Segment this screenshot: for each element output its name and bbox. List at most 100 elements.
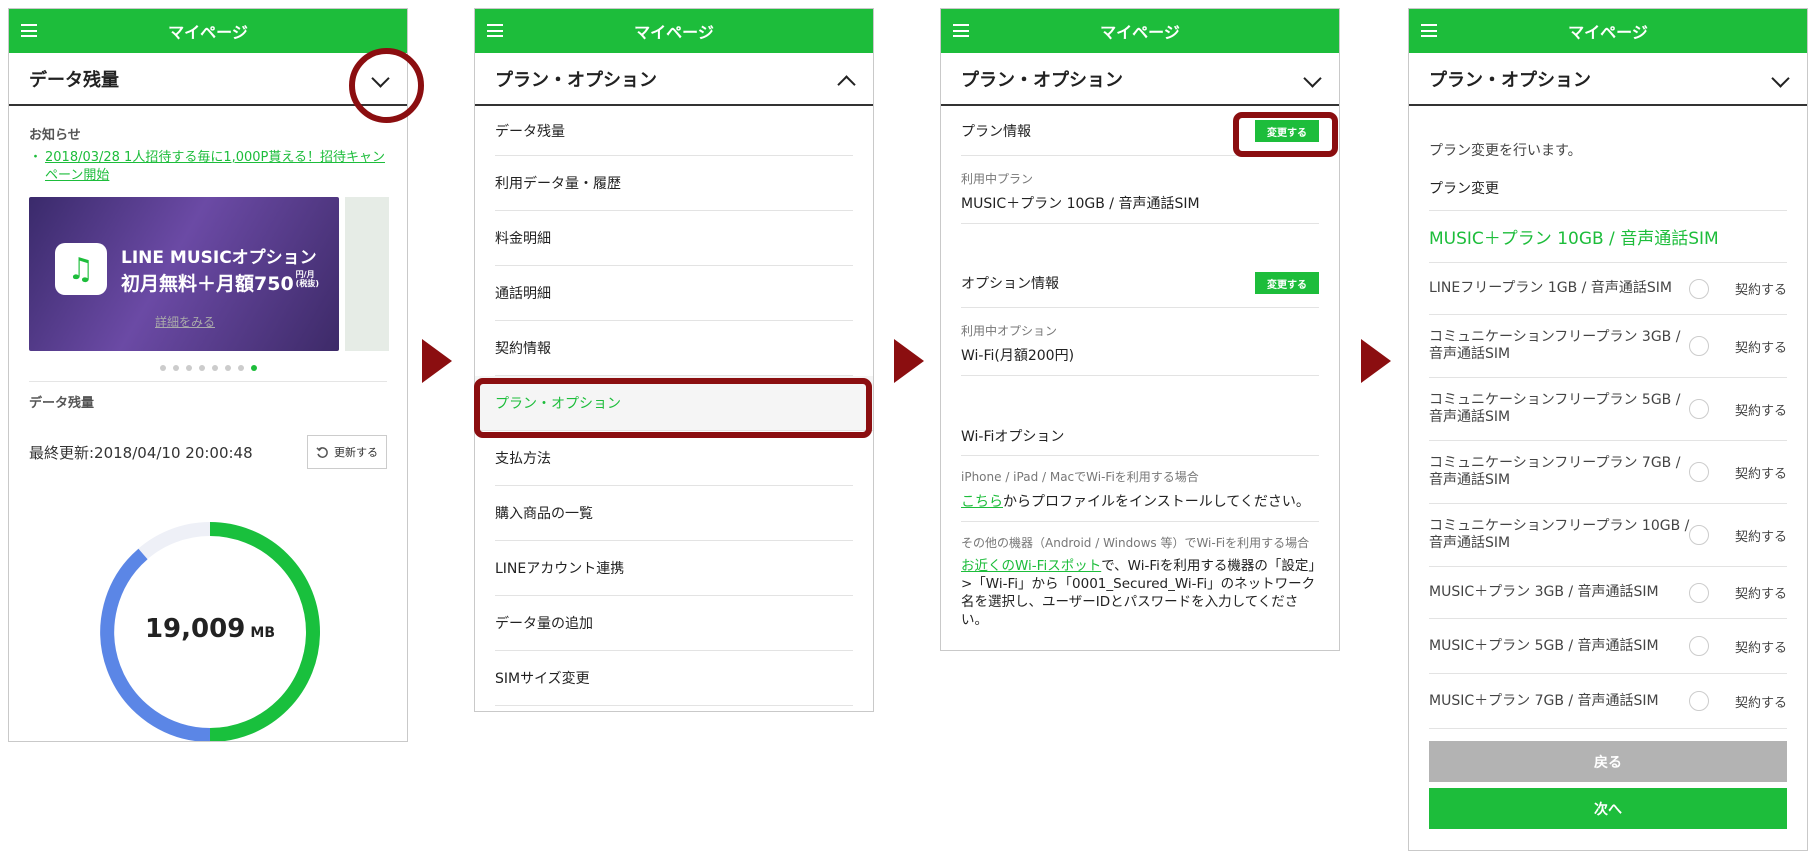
change-option-button[interactable]: 変更する: [1255, 272, 1319, 294]
contract-label: 契約する: [1734, 529, 1787, 545]
current-option-value: Wi-Fi(月額200円): [961, 348, 1075, 364]
plan-radio-button[interactable]: [1689, 691, 1709, 711]
carousel-dot[interactable]: [211, 365, 218, 371]
menu-item[interactable]: データ量の追加: [495, 596, 853, 651]
refresh-button-label: 更新する: [334, 446, 378, 459]
section-header[interactable]: データ残量: [9, 53, 407, 106]
hamburger-menu-icon[interactable]: [21, 24, 37, 37]
section-header[interactable]: プラン・オプション: [475, 53, 873, 106]
carousel-dot[interactable]: [185, 365, 192, 371]
menu-item[interactable]: 料金明細: [495, 211, 853, 266]
menu-item[interactable]: 契約情報: [495, 321, 853, 376]
current-plan-value: MUSIC＋プラン 10GB / 音声通話SIM: [961, 196, 1200, 212]
plan-option-row[interactable]: コミュニケーションフリープラン 5GB / 音声通話SIM 契約する: [1429, 378, 1787, 441]
panel-data-remaining: マイページ データ残量 お知らせ 2018/03/28 1人招待する毎に1,00…: [8, 8, 408, 742]
plan-option-row[interactable]: MUSIC＋プラン 7GB / 音声通話SIM 契約する: [1429, 674, 1787, 729]
current-plan-row: 利用中プラン MUSIC＋プラン 10GB / 音声通話SIM: [961, 156, 1319, 224]
plan-option-name: MUSIC＋プラン 5GB / 音声通話SIM: [1429, 637, 1659, 654]
highlight-box: [474, 378, 872, 438]
contract-label: 契約する: [1734, 283, 1787, 298]
section-title: プラン・オプション: [495, 69, 657, 91]
banner-details-link[interactable]: 詳細をみる: [155, 313, 215, 330]
next-banner-peek[interactable]: [345, 197, 389, 351]
plan-info-label: プラン情報: [961, 123, 1031, 140]
hamburger-menu-icon[interactable]: [1421, 24, 1437, 37]
carousel-dot[interactable]: [198, 365, 205, 371]
menu-item[interactable]: 利用データ量・履歴: [495, 156, 853, 211]
chevron-down-icon[interactable]: [1771, 69, 1790, 88]
contract-label: 契約する: [1734, 640, 1787, 656]
plan-option-row[interactable]: LINEフリープラン 1GB / 音声通話SIM 契約する: [1429, 263, 1787, 315]
refresh-icon: [316, 446, 328, 458]
back-button[interactable]: 戻る: [1429, 741, 1787, 782]
section-title: プラン・オプション: [961, 69, 1123, 91]
hamburger-menu-icon[interactable]: [953, 24, 969, 37]
other-device-label: その他の機器（Android / Windows 等）でWi-Fiを利用する場合: [961, 536, 1310, 550]
plan-option-row[interactable]: コミュニケーションフリープラン 7GB / 音声通話SIM 契約する: [1429, 441, 1787, 504]
menu-item[interactable]: LINEアカウント連携: [495, 541, 853, 596]
plan-option-name: LINEフリープラン 1GB / 音声通話SIM: [1429, 280, 1672, 296]
wifi-option-label: Wi-Fiオプション: [961, 429, 1065, 445]
divider: [29, 381, 387, 382]
remaining-unit: MB: [250, 625, 276, 641]
remaining-value: 19,009: [144, 614, 246, 644]
section-header[interactable]: プラン・オプション: [1409, 53, 1807, 106]
plan-option-name: MUSIC＋プラン 3GB / 音声通話SIM: [1429, 584, 1659, 600]
menu-item[interactable]: SIMサイズ変更: [495, 651, 853, 706]
news-link[interactable]: 2018/03/28 1人招待する毎に1,000P貰える！招待キャンペーン開始: [29, 149, 387, 185]
carousel-dot[interactable]: [172, 365, 179, 371]
app-title: マイページ: [168, 23, 248, 42]
panel-menu: マイページ プラン・オプション データ残量 利用データ量・履歴 料金明細 通話明細 契約…: [474, 8, 874, 712]
hamburger-menu-icon[interactable]: [487, 24, 503, 37]
plan-radio-button[interactable]: [1689, 636, 1709, 656]
iphone-row: iPhone / iPad / MacでWi-Fiを利用する場合 こちらからプロ…: [961, 456, 1319, 522]
carousel-dot[interactable]: [250, 365, 257, 371]
carousel-dot[interactable]: [237, 365, 244, 371]
menu-item[interactable]: 支払方法: [495, 431, 853, 486]
next-button[interactable]: 次へ: [1429, 788, 1787, 829]
wifi-spot-link[interactable]: お近くのWi-Fiスポット: [961, 558, 1101, 574]
step-arrow: [894, 339, 924, 383]
refresh-button[interactable]: 更新する: [307, 435, 387, 469]
plan-radio-button[interactable]: [1689, 462, 1709, 482]
wifi-option-row: Wi-Fiオプション: [961, 416, 1319, 456]
plan-option-row[interactable]: コミュニケーションフリープラン 10GB / 音声通話SIM 契約する: [1429, 504, 1787, 567]
current-plan-label: 利用中プラン: [961, 172, 1034, 186]
plan-radio-button[interactable]: [1689, 525, 1709, 545]
app-title: マイページ: [1568, 23, 1648, 42]
current-option-row: 利用中オプション Wi-Fi(月額200円): [961, 308, 1319, 376]
contract-label: 契約する: [1734, 403, 1787, 419]
highlight-box: [1233, 112, 1338, 157]
plan-radio-button[interactable]: [1689, 336, 1709, 356]
last-updated-text: 最終更新:2018/04/10 20:00:48: [29, 443, 253, 462]
carousel-dot[interactable]: [159, 365, 166, 371]
menu-item[interactable]: 購入商品の一覧: [495, 486, 853, 541]
promo-banner[interactable]: ♫ LINE MUSICオプション 初月無料＋月額750 円/月(税抜) 詳細をみ…: [29, 197, 389, 351]
section-header[interactable]: プラン・オプション: [941, 53, 1339, 106]
plan-option-row[interactable]: MUSIC＋プラン 3GB / 音声通話SIM 契約する: [1429, 567, 1787, 619]
panel-plan-option: マイページ プラン・オプション プラン情報 変更する 利用中プラン MUSIC＋…: [940, 8, 1340, 651]
iphone-instruction: こちらからプロファイルをインストールしてください。: [961, 491, 1319, 511]
menu-item[interactable]: データ残量: [495, 106, 853, 156]
plan-radio-button[interactable]: [1689, 582, 1709, 603]
chevron-down-icon[interactable]: [1303, 69, 1322, 88]
current-option-label: 利用中オプション: [961, 324, 1058, 338]
plan-radio-button[interactable]: [1689, 399, 1709, 419]
menu-item[interactable]: 通話明細: [495, 266, 853, 321]
chevron-up-icon[interactable]: [837, 75, 856, 94]
banner-title: LINE MUSICオプション: [121, 248, 317, 268]
other-device-instruction: お近くのWi-Fiスポットで、Wi-Fiを利用する機器の「設定」>「Wi-Fi」…: [961, 557, 1319, 629]
carousel-dot[interactable]: [224, 365, 231, 371]
carousel-indicator[interactable]: [29, 365, 387, 371]
plan-option-row[interactable]: MUSIC＋プラン 5GB / 音声通話SIM 契約する: [1429, 619, 1787, 674]
profile-link[interactable]: こちら: [961, 494, 1003, 510]
plan-option-row[interactable]: コミュニケーションフリープラン 3GB / 音声通話SIM 契約する: [1429, 315, 1787, 378]
plan-option-name: コミュニケーションフリープラン 10GB / 音声通話SIM: [1429, 518, 1690, 551]
section-title: データ残量: [29, 69, 119, 91]
iphone-text: からプロファイルをインストールしてください。: [1003, 494, 1310, 510]
plan-radio-button[interactable]: [1689, 278, 1709, 299]
app-header: マイページ: [1409, 9, 1807, 53]
contract-label: 契約する: [1734, 466, 1787, 482]
banner-price-unit: 円/月(税抜): [295, 270, 319, 288]
iphone-label: iPhone / iPad / MacでWi-Fiを利用する場合: [961, 470, 1199, 484]
